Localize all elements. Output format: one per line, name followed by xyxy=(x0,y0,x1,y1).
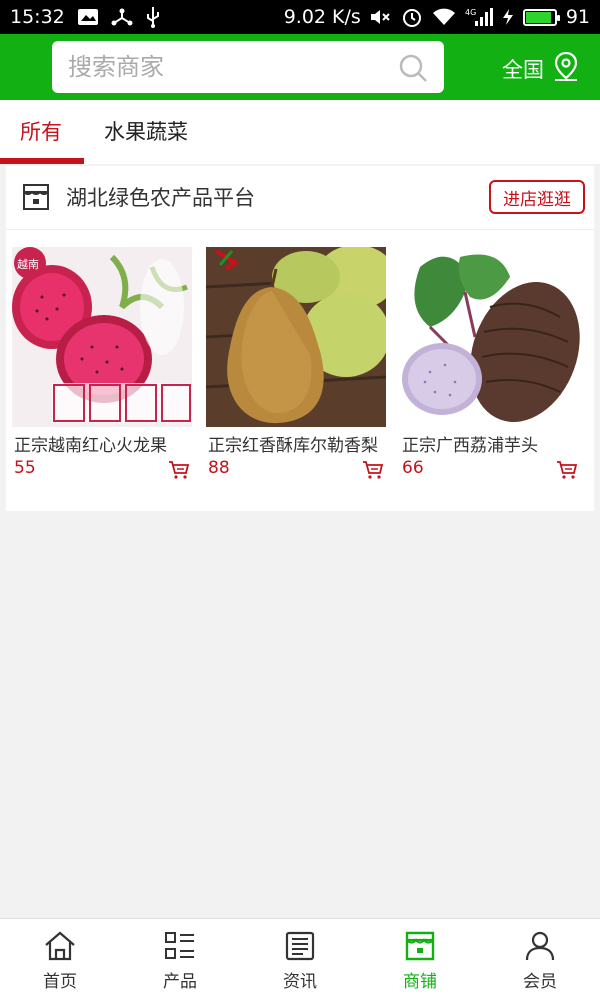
alarm-icon xyxy=(401,6,423,28)
share-network-icon xyxy=(111,7,133,27)
svg-text:4G: 4G xyxy=(465,8,476,17)
user-icon xyxy=(525,929,555,963)
nav-news[interactable]: 资讯 xyxy=(240,919,360,1000)
status-bar: 15:32 9.02 K/s 4G 91 xyxy=(0,0,600,34)
store-icon xyxy=(21,182,51,216)
product-price: 66 xyxy=(402,458,424,478)
nav-products[interactable]: 产品 xyxy=(120,919,240,1000)
product-card[interactable]: 越南 正宗越南红心火龙果 55 xyxy=(12,247,192,479)
signal-icon: 4G xyxy=(465,7,493,27)
nav-shops[interactable]: 商铺 xyxy=(360,919,480,1000)
store-name: 湖北绿色农产品平台 xyxy=(66,186,255,210)
product-card[interactable]: 正宗红香酥库尔勒香梨 88 xyxy=(206,247,386,479)
shop-icon xyxy=(404,929,436,963)
product-price: 55 xyxy=(14,458,36,478)
bottom-nav: 首页 产品 资讯 商铺 会员 xyxy=(0,918,600,1000)
product-image-taro[interactable] xyxy=(400,247,580,427)
home-icon xyxy=(44,929,76,963)
search-bar[interactable] xyxy=(52,41,444,93)
nav-news-label: 资讯 xyxy=(283,972,317,992)
search-input[interactable] xyxy=(68,53,428,81)
add-to-cart-icon[interactable] xyxy=(168,460,190,484)
mute-icon xyxy=(370,8,392,26)
product-card[interactable]: 正宗广西荔浦芋头 66 xyxy=(400,247,580,479)
product-badge: 越南 xyxy=(17,257,39,271)
tab-all[interactable]: 所有 xyxy=(20,116,62,164)
nav-member-label: 会员 xyxy=(523,972,557,992)
list-icon xyxy=(164,929,196,963)
news-icon xyxy=(285,929,315,963)
active-tab-indicator xyxy=(0,158,84,164)
network-speed: 9.02 K/s xyxy=(283,6,361,28)
battery-icon xyxy=(522,8,560,26)
region-label: 全国 xyxy=(502,57,544,82)
nav-home[interactable]: 首页 xyxy=(0,919,120,1000)
product-price: 88 xyxy=(208,458,230,478)
location-pin-icon xyxy=(552,51,580,86)
category-tabs: 所有 水果蔬菜 xyxy=(0,100,600,164)
battery-percent: 91 xyxy=(565,6,590,28)
product-title[interactable]: 正宗广西荔浦芋头 xyxy=(402,431,578,456)
add-to-cart-icon[interactable] xyxy=(556,460,578,484)
image-message-icon xyxy=(77,8,99,26)
nav-shops-label: 商铺 xyxy=(403,972,437,992)
search-icon[interactable] xyxy=(398,53,428,87)
charging-icon xyxy=(502,8,514,26)
store-card: 湖北绿色农产品平台 进店逛逛 越南 正宗越南红心火龙果 55 正宗红香酥库尔勒香… xyxy=(6,166,594,511)
status-time: 15:32 xyxy=(10,6,65,28)
usb-icon xyxy=(145,6,161,28)
region-selector[interactable]: 全国 xyxy=(502,51,580,86)
visit-store-button[interactable]: 进店逛逛 xyxy=(489,180,585,214)
nav-member[interactable]: 会员 xyxy=(480,919,600,1000)
product-image-dragon-fruit[interactable]: 越南 xyxy=(12,247,192,427)
add-to-cart-icon[interactable] xyxy=(362,460,384,484)
tab-fruits-vegetables[interactable]: 水果蔬菜 xyxy=(104,116,188,164)
nav-products-label: 产品 xyxy=(163,972,197,992)
app-header: 全国 xyxy=(0,34,600,100)
wifi-icon xyxy=(432,8,456,26)
store-header: 湖北绿色农产品平台 进店逛逛 xyxy=(6,166,594,230)
product-title[interactable]: 正宗红香酥库尔勒香梨 xyxy=(208,431,384,456)
product-title[interactable]: 正宗越南红心火龙果 xyxy=(14,431,190,456)
nav-home-label: 首页 xyxy=(43,972,77,992)
product-image-pear[interactable] xyxy=(206,247,386,427)
